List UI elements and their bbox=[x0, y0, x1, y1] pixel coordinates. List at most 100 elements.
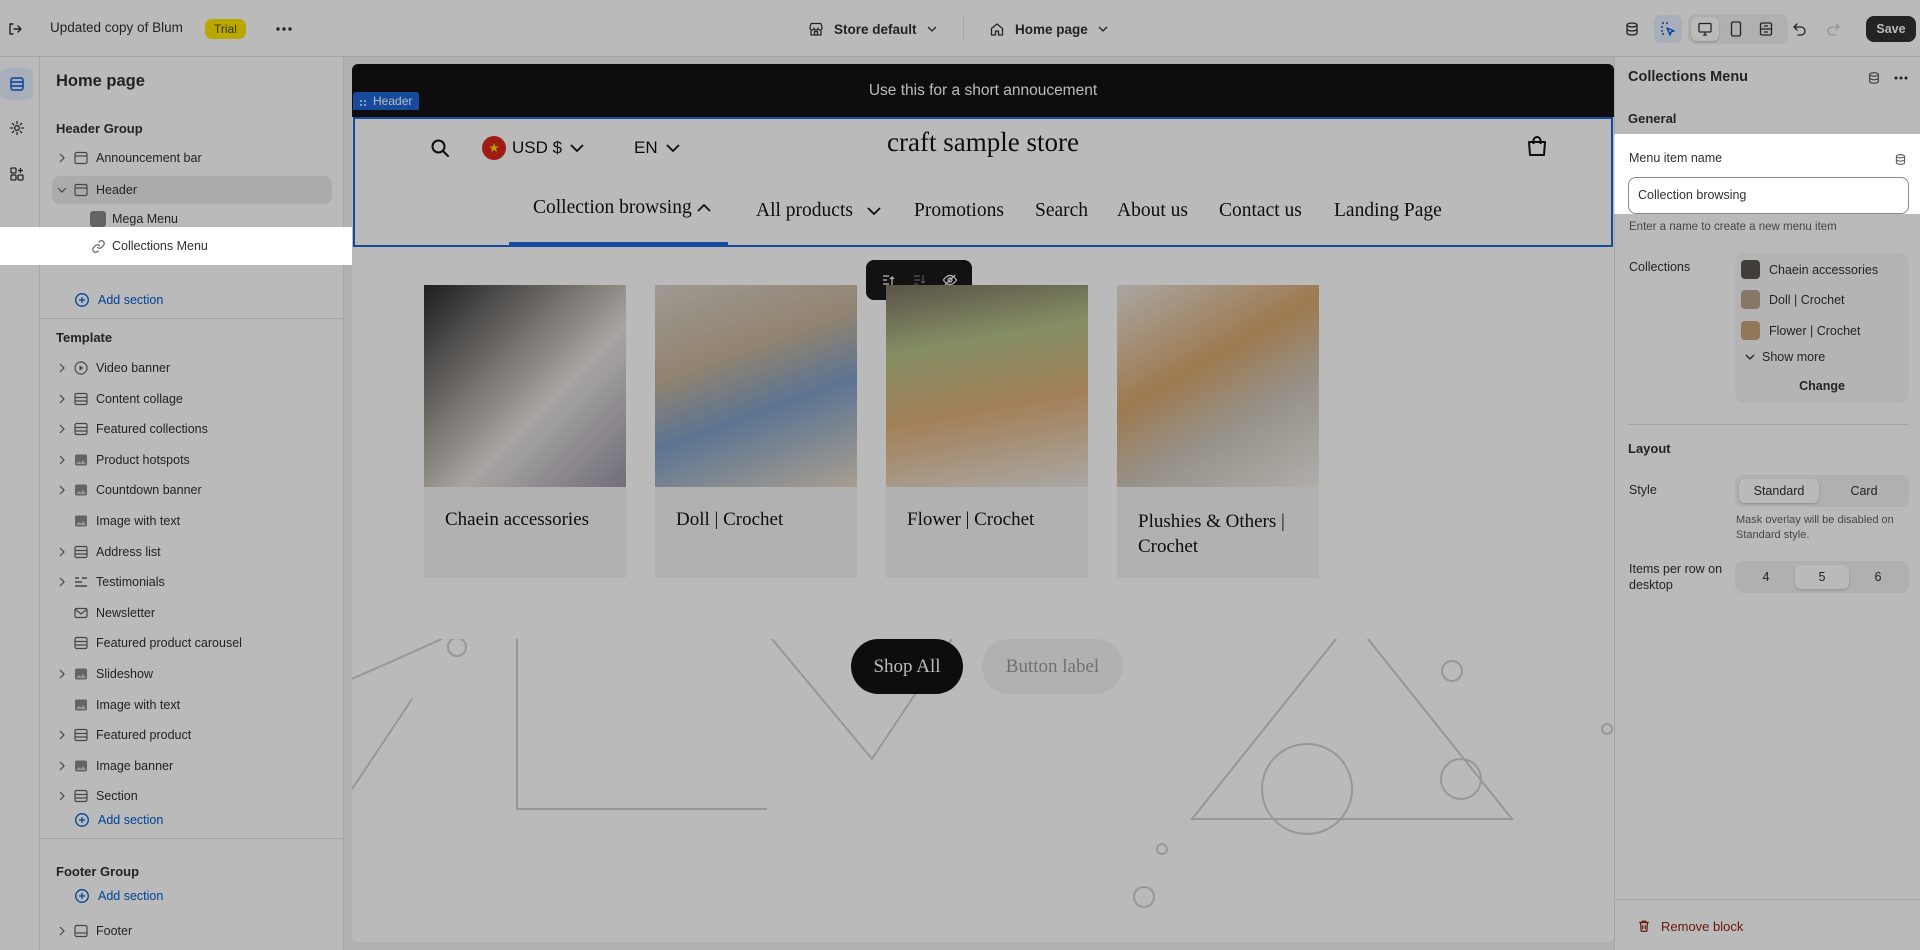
inspector-icon[interactable] bbox=[1654, 15, 1682, 43]
language-selector[interactable]: EN bbox=[634, 136, 680, 160]
chevron-right-icon[interactable] bbox=[56, 484, 68, 496]
more-horizontal-icon[interactable] bbox=[1891, 68, 1911, 88]
add-section-button[interactable]: Add section bbox=[74, 290, 163, 310]
announcement-bar[interactable]: Use this for a short annoucement bbox=[352, 64, 1614, 117]
database-icon[interactable] bbox=[1620, 17, 1644, 41]
footer-group-title: Footer Group bbox=[56, 864, 140, 879]
currency-selector[interactable]: USD $ bbox=[482, 136, 584, 160]
store-name: Updated copy of Blum bbox=[50, 20, 183, 35]
chevron-right-icon[interactable] bbox=[56, 454, 68, 466]
style-option-card[interactable]: Card bbox=[1823, 479, 1905, 503]
nav-item-landing-page[interactable]: Landing Page bbox=[1334, 200, 1442, 222]
exit-icon[interactable] bbox=[4, 18, 26, 40]
collection-card[interactable]: Chaein accessories bbox=[424, 285, 626, 578]
collection-title: Flower | Crochet bbox=[907, 509, 1035, 530]
chevron-right-icon[interactable] bbox=[56, 393, 68, 405]
sidebar-item-template-section[interactable]: Testimonials bbox=[40, 567, 344, 597]
cart-icon[interactable] bbox=[1522, 131, 1552, 161]
change-collections-button[interactable]: Change bbox=[1736, 373, 1908, 399]
chevron-right-icon[interactable] bbox=[56, 668, 68, 680]
chevron-right-icon[interactable] bbox=[56, 362, 68, 374]
sidebar-item-collections-menu[interactable]: Collections Menu bbox=[0, 227, 352, 265]
page-selector[interactable]: Home page bbox=[989, 18, 1108, 40]
redo-icon[interactable] bbox=[1821, 17, 1845, 41]
sidebar-item-template-section[interactable]: Content collage bbox=[40, 384, 344, 414]
store-icon bbox=[808, 21, 824, 37]
section-icon bbox=[73, 923, 89, 939]
desktop-icon[interactable] bbox=[1691, 17, 1719, 41]
chevron-down-icon[interactable] bbox=[56, 184, 68, 196]
left-rail bbox=[0, 57, 40, 950]
sidebar-item-template-section[interactable]: Image with text bbox=[40, 506, 344, 536]
sidebar-item-label: Featured product carousel bbox=[96, 636, 242, 651]
theme-selector[interactable]: Store default bbox=[808, 18, 937, 40]
sidebar-item-template-section[interactable]: Featured product bbox=[40, 720, 344, 750]
chevron-right-icon[interactable] bbox=[56, 925, 68, 937]
sidebar-item-announcement-bar[interactable]: Announcement bar bbox=[40, 143, 344, 173]
shop-all-button[interactable]: Shop All bbox=[851, 639, 963, 694]
menu-item-name-input[interactable]: Collection browsing bbox=[1628, 177, 1909, 214]
add-section-button[interactable]: Add section bbox=[74, 810, 163, 830]
chevron-right-icon[interactable] bbox=[56, 423, 68, 435]
nav-item-search[interactable]: Search bbox=[1035, 200, 1088, 222]
sidebar-item-template-section[interactable]: Featured product carousel bbox=[40, 628, 344, 658]
nav-item-contact-us[interactable]: Contact us bbox=[1219, 200, 1302, 222]
settings-gear-icon[interactable] bbox=[0, 112, 33, 144]
remove-block-button[interactable]: Remove block bbox=[1637, 916, 1743, 936]
add-section-button[interactable]: Add section bbox=[74, 886, 163, 906]
sections-icon[interactable] bbox=[0, 68, 33, 100]
language-label: EN bbox=[634, 138, 658, 157]
items-per-row-option-6[interactable]: 6 bbox=[1851, 565, 1905, 589]
store-title[interactable]: craft sample store bbox=[783, 127, 1183, 158]
sidebar-item-template-section[interactable]: Section bbox=[40, 781, 344, 811]
apps-icon[interactable] bbox=[0, 158, 33, 190]
nav-item-all-products[interactable]: All products bbox=[756, 200, 881, 222]
sidebar-item-header[interactable]: Header bbox=[40, 175, 344, 205]
chevron-right-icon[interactable] bbox=[56, 576, 68, 588]
chevron-right-icon[interactable] bbox=[56, 790, 68, 802]
sidebar-item-template-section[interactable]: Slideshow bbox=[40, 659, 344, 689]
collection-chip[interactable]: Doll | Crochet bbox=[1741, 287, 1845, 312]
save-button[interactable]: Save bbox=[1866, 16, 1916, 42]
sidebar-item-label: Featured collections bbox=[96, 422, 208, 437]
sidebar-item-template-section[interactable]: Featured collections bbox=[40, 414, 344, 444]
nav-item-collection-browsing[interactable]: Collection browsing bbox=[509, 183, 728, 245]
items-per-row-option-5[interactable]: 5 bbox=[1795, 565, 1849, 589]
collection-card[interactable]: Flower | Crochet bbox=[886, 285, 1088, 578]
mobile-icon[interactable] bbox=[1722, 17, 1750, 41]
sidebar-item-template-section[interactable]: Product hotspots bbox=[40, 445, 344, 475]
sidebar-item-template-section[interactable]: Image banner bbox=[40, 751, 344, 781]
fullscreen-icon[interactable] bbox=[1752, 17, 1780, 41]
items-per-row-option-4[interactable]: 4 bbox=[1739, 565, 1793, 589]
sidebar-item-label: Content collage bbox=[96, 391, 183, 406]
section-image-icon bbox=[73, 666, 89, 682]
sidebar-item-template-section[interactable]: Video banner bbox=[40, 353, 344, 383]
chevron-right-icon[interactable] bbox=[56, 152, 68, 164]
style-option-standard[interactable]: Standard bbox=[1739, 479, 1819, 503]
secondary-button[interactable]: Button label bbox=[982, 639, 1123, 694]
more-horizontal-icon[interactable] bbox=[272, 17, 296, 41]
sidebar-item-template-section[interactable]: Image with text bbox=[40, 690, 344, 720]
collection-image bbox=[424, 285, 626, 487]
collection-card[interactable]: Doll | Crochet bbox=[655, 285, 857, 578]
top-bar: Updated copy of Blum Trial Store default… bbox=[0, 0, 1920, 57]
nav-item-about-us[interactable]: About us bbox=[1117, 200, 1188, 222]
database-icon[interactable] bbox=[1891, 150, 1909, 168]
undo-icon[interactable] bbox=[1788, 17, 1812, 41]
sidebar-item-template-section[interactable]: Address list bbox=[40, 537, 344, 567]
database-icon[interactable] bbox=[1864, 68, 1884, 88]
collection-title: Chaein accessories bbox=[445, 509, 590, 530]
collection-chip[interactable]: Flower | Crochet bbox=[1741, 318, 1860, 343]
sidebar-item-template-section[interactable]: Newsletter bbox=[40, 598, 344, 628]
chevron-right-icon[interactable] bbox=[56, 760, 68, 772]
chevron-right-icon[interactable] bbox=[56, 546, 68, 558]
show-more-button[interactable]: Show more bbox=[1745, 347, 1825, 367]
collection-card[interactable]: Plushies & Others | Crochet bbox=[1117, 285, 1319, 578]
chevron-right-icon[interactable] bbox=[56, 729, 68, 741]
collection-chip[interactable]: Chaein accessories bbox=[1741, 257, 1878, 282]
nav-item-promotions[interactable]: Promotions bbox=[914, 200, 1004, 222]
search-icon[interactable] bbox=[425, 133, 455, 163]
sidebar-item-template-section[interactable]: Countdown banner bbox=[40, 475, 344, 505]
sidebar-item-footer[interactable]: Footer bbox=[40, 916, 344, 946]
collections-label: Collections bbox=[1629, 260, 1691, 274]
